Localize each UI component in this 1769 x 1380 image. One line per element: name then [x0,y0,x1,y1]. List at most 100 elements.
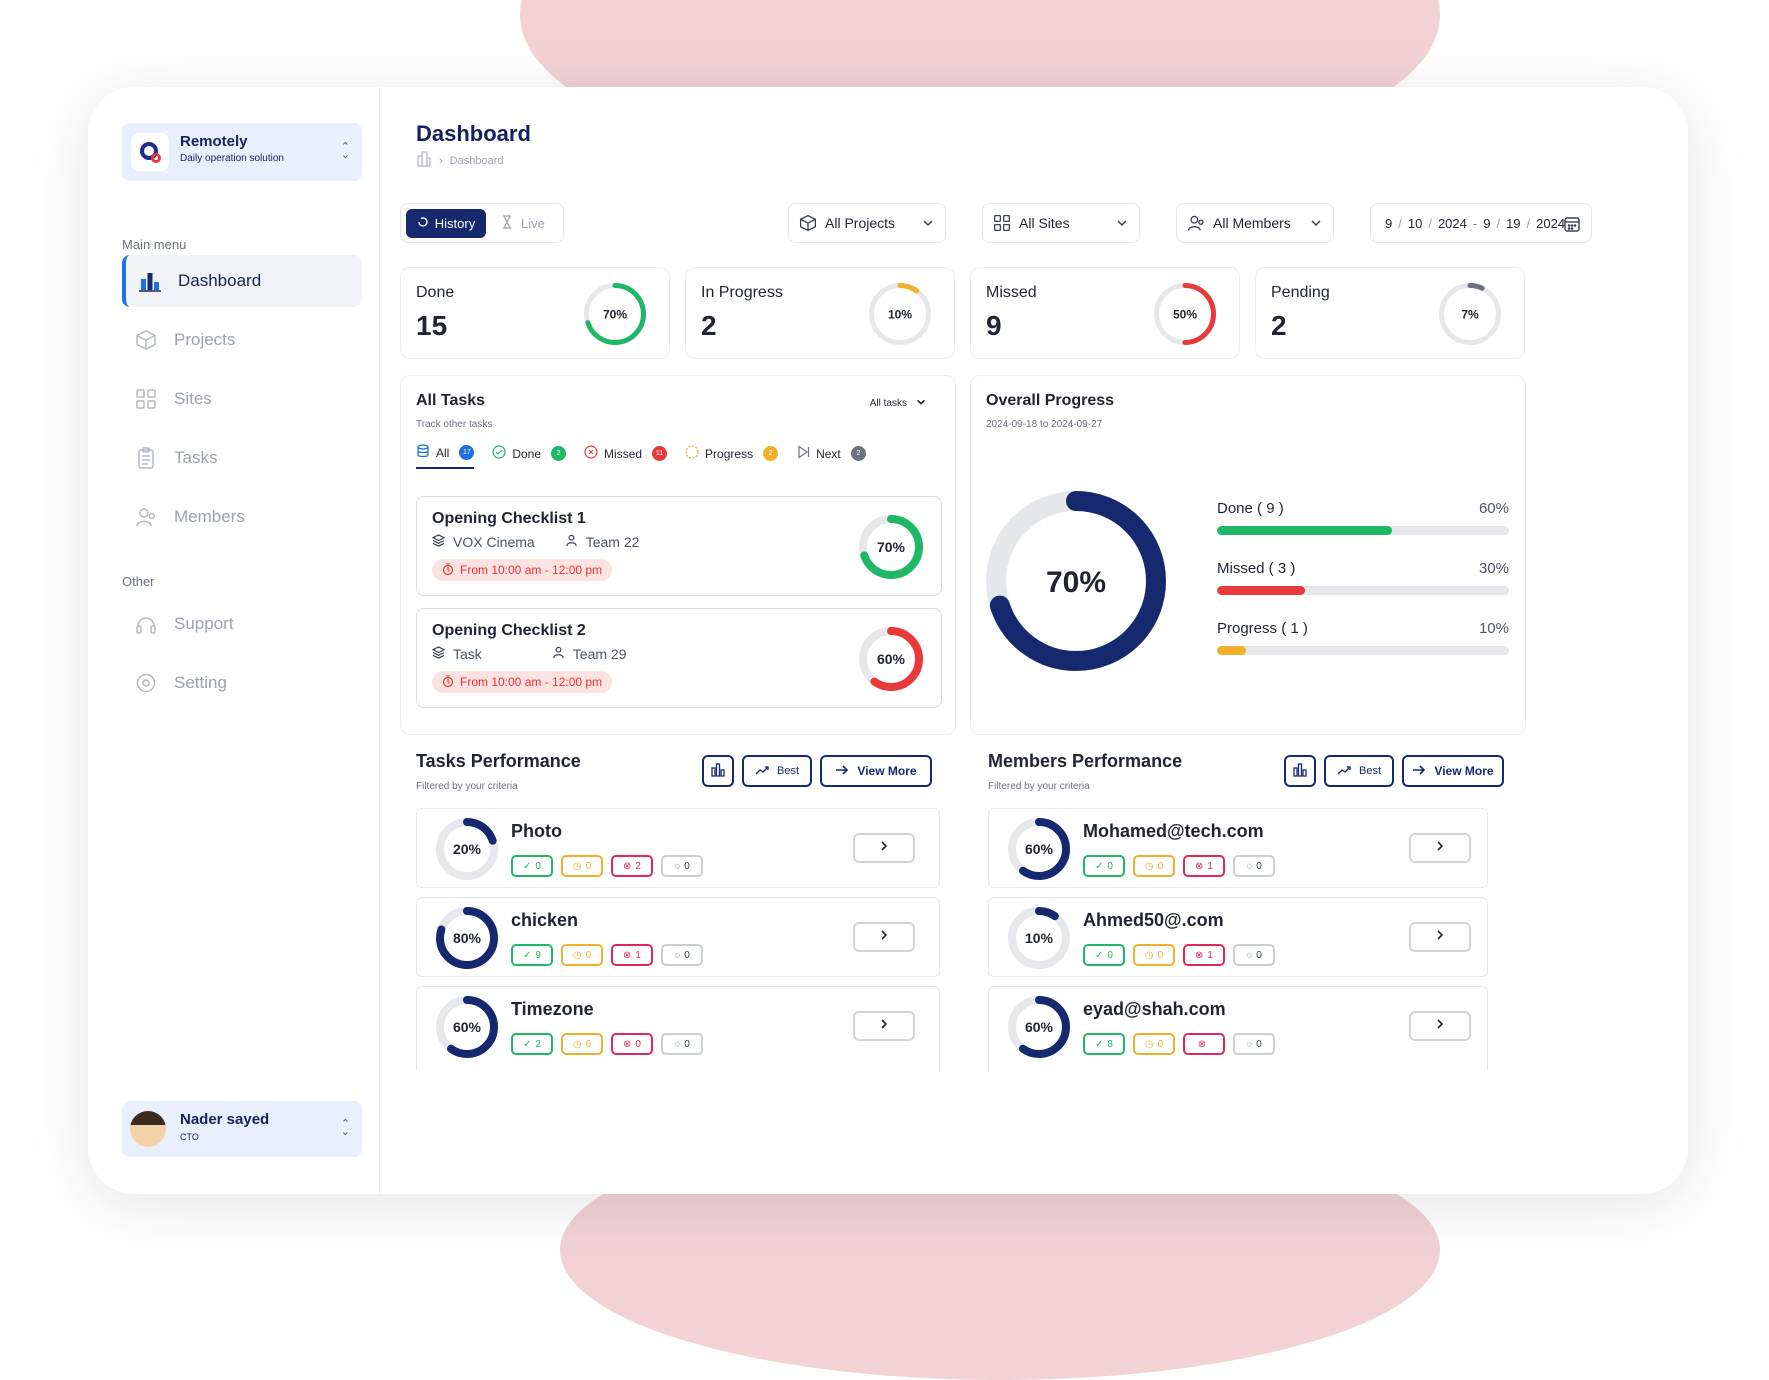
best-filter-button[interactable]: Best [1324,755,1394,787]
task-team-text: Team 29 [572,646,627,662]
performance-name: chicken [511,910,579,930]
missed-count-badge: ⊗ 1 [1183,944,1225,966]
users-icon [134,505,158,529]
sidebar-item-support[interactable]: Support [122,598,362,650]
page-title: Dashboard [416,121,531,146]
hourglass-icon [501,215,513,232]
ring-label: 20% [453,841,482,857]
cube-icon [134,328,158,352]
ring-label: 10% [888,307,912,321]
open-row-button[interactable] [853,833,915,863]
timer-icon [442,562,454,578]
sidebar-item-projects[interactable]: Projects [122,314,362,366]
team-icon [565,534,578,550]
bar-chart-icon [138,269,162,293]
task-card[interactable]: Opening Checklist 1 VOX Cinema Team 22 F… [416,496,942,596]
sidebar-item-members[interactable]: Members [122,491,362,543]
date-to-year: 2024 [1536,215,1566,231]
main-menu-label: Main menu [122,237,187,252]
member-performance-row: 10% Ahmed50@.com ✓ 0 ◷ 0 ⊗ 1 ◌ 0 [988,897,1488,977]
best-filter-button[interactable]: Best [742,755,812,787]
sites-select-value: All Sites [1019,215,1070,231]
all-tasks-dropdown[interactable]: All tasks [870,396,927,411]
open-row-button[interactable] [1409,833,1471,863]
next-count-badge: ◌ 0 [1233,1033,1275,1055]
ring-label: 80% [453,930,482,946]
tab-label: All [436,445,450,460]
progress-count-badge: ◷ 0 [561,944,603,966]
tab-done[interactable]: Done 2 [492,445,567,468]
stat-card-in-progress: In Progress 2 10% [685,267,955,359]
sidebar-item-label: Members [174,507,245,526]
open-row-button[interactable] [853,922,915,952]
performance-name: eyad@shah.com [1083,999,1226,1019]
sidebar-item-label: Sites [174,389,212,408]
breadcrumb-current[interactable]: Dashboard [450,155,504,167]
tab-next[interactable]: Next 2 [796,445,866,468]
stat-card-done: Done 15 70% [400,267,670,359]
task-card[interactable]: Opening Checklist 2 Task Team 29 From 10… [416,608,942,708]
chevron-down-icon [915,396,927,411]
chart-view-button[interactable] [1284,755,1316,787]
members-performance-title: Members Performance [988,751,1183,771]
open-row-button[interactable] [1409,1011,1471,1041]
tasks-performance-subtitle: Filtered by your criteria [416,781,518,792]
tab-count-badge: 2 [551,446,567,461]
tab-progress[interactable]: Progress 2 [685,445,779,468]
view-more-button[interactable]: View More [820,755,932,787]
home-building-icon[interactable] [416,151,432,170]
org-switcher[interactable]: Remotely Daily operation solution ⌃ ⌄ [122,123,362,181]
view-more-button[interactable]: View More [1402,755,1504,787]
missed-count-badge: ⊗ 1 [1183,855,1225,877]
sidebar-item-tasks[interactable]: Tasks [122,432,362,484]
performance-ring: 20% [436,818,498,880]
live-button[interactable]: Live [501,209,545,238]
progress-fill [1217,646,1247,655]
performance-ring: 60% [1008,818,1070,880]
open-row-button[interactable] [1409,922,1471,952]
stat-progress-ring: 10% [869,283,931,345]
members-select[interactable]: All Members [1176,203,1334,243]
stat-value: 15 [416,310,448,341]
sidebar-item-label: Support [174,614,234,633]
check-icon: ✓ [523,1038,532,1050]
sidebar-item-setting[interactable]: Setting [122,657,362,709]
date-from-month: 9 [1385,215,1393,231]
loader-icon: ◌ [1246,860,1253,872]
sites-select[interactable]: All Sites [982,203,1140,243]
task-performance-row: 60% Timezone ✓ 2 ◷ 6 ⊗ 0 ◌ 0 [416,986,940,1070]
sidebar-item-dashboard[interactable]: Dashboard [122,255,362,307]
tab-label: Missed [604,446,643,461]
sidebar-item-label: Projects [174,330,236,349]
history-button[interactable]: History [406,209,486,238]
tab-all[interactable]: All 17 [416,444,475,469]
play-icon [796,445,810,462]
clock-icon: ◷ [572,860,582,872]
loader-icon: ◌ [1246,1038,1253,1050]
clock-icon: ◷ [572,1038,582,1050]
check-icon: ✓ [1095,1038,1104,1050]
chart-view-button[interactable] [702,755,734,787]
progress-fill [1217,526,1393,535]
open-row-button[interactable] [853,1011,915,1041]
history-label: History [434,216,476,231]
stat-card-missed: Missed 9 50% [970,267,1240,359]
calendar-icon[interactable] [1563,215,1581,236]
next-count-badge: ◌ 0 [1233,944,1275,966]
date-range-picker[interactable]: 9/10/2024 - 9/19/2024 [1370,203,1592,243]
sidebar-item-sites[interactable]: Sites [122,373,362,425]
projects-select[interactable]: All Projects [788,203,946,243]
x-circle-icon: ⊗ [1195,949,1204,961]
task-performance-row: 80% chicken ✓ 9 ◷ 0 ⊗ 1 ◌ 0 [416,897,940,977]
task-time-text: From 10:00 am - 12:00 pm [460,563,603,577]
task-time-badge: From 10:00 am - 12:00 pm [432,671,613,693]
user-card[interactable]: Nader sayed CTO ⌃ ⌄ [122,1101,362,1157]
tab-missed[interactable]: Missed 11 [584,445,668,468]
legend-label: Missed ( 3 ) [1217,560,1296,577]
stat-value: 2 [1271,310,1287,341]
grid-icon [993,214,1011,232]
all-tasks-card: All Tasks Track other tasks All tasks Al… [400,375,956,735]
all-tasks-dropdown-value: All tasks [869,398,907,409]
next-count-badge: ◌ 0 [661,944,703,966]
avatar [130,1111,166,1147]
